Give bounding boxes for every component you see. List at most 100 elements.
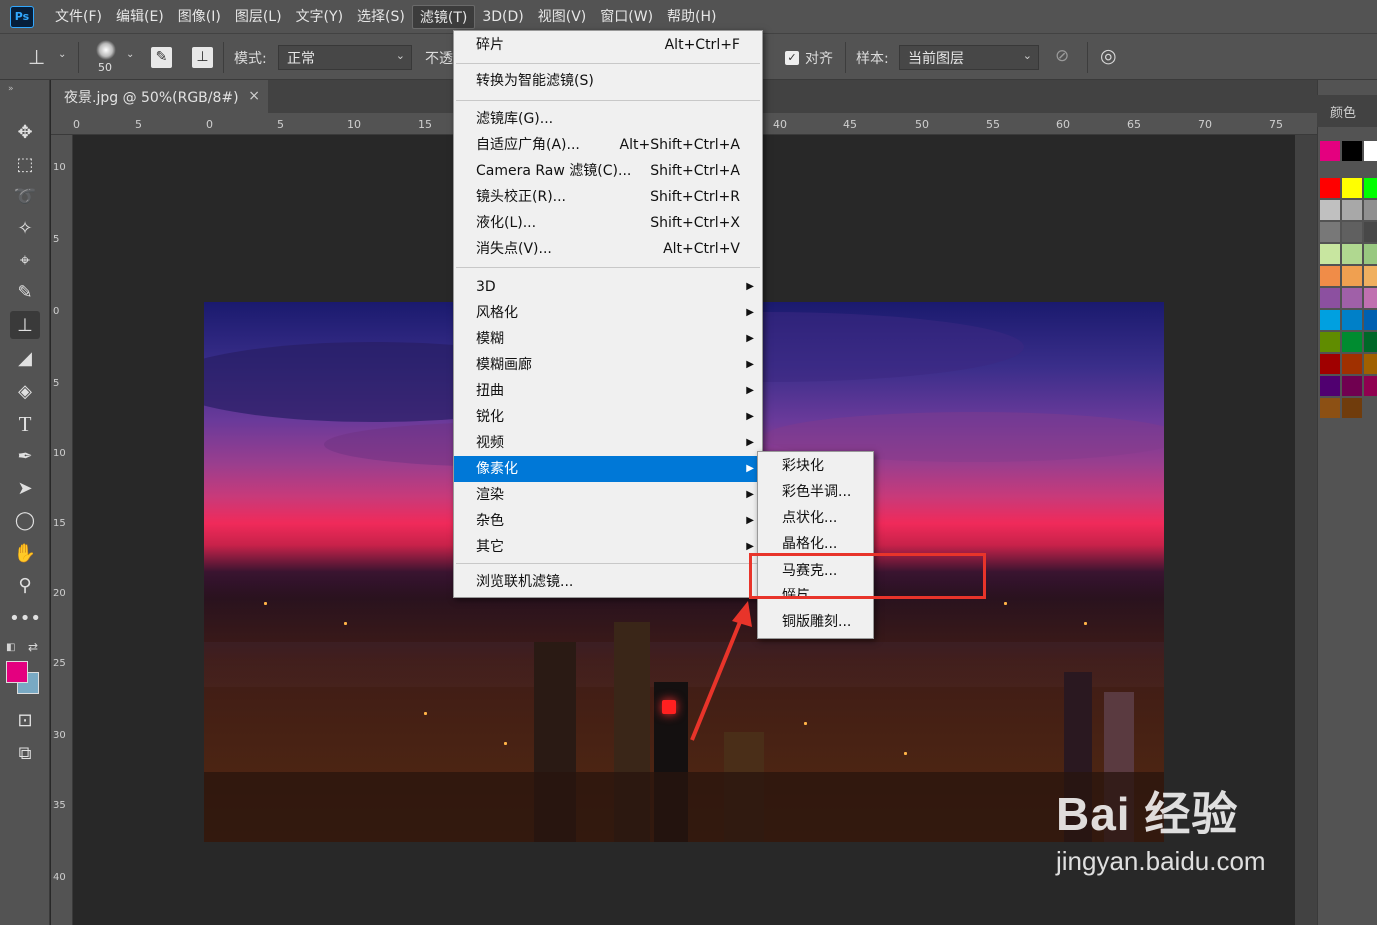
clone-stamp-tool-icon[interactable]: ⊥	[28, 45, 45, 69]
menu-image[interactable]: 图像(I)	[171, 5, 228, 29]
color-swatch[interactable]	[1320, 310, 1340, 330]
color-swatch[interactable]	[1320, 141, 1340, 161]
mode-select[interactable]: 正常 ⌄	[278, 45, 412, 70]
menu-window[interactable]: 窗口(W)	[593, 5, 660, 29]
color-swatch[interactable]	[1364, 332, 1377, 352]
color-swatch[interactable]	[1364, 288, 1377, 308]
submenu-render-item[interactable]: 渲染 ▶	[454, 482, 762, 508]
eyedropper-tool-icon[interactable]: ⌖	[10, 246, 40, 274]
liquify-item[interactable]: 液化(L)... Shift+Ctrl+X	[454, 210, 762, 236]
color-swatch[interactable]	[1342, 288, 1362, 308]
convert-smart-filters-item[interactable]: 转换为智能滤镜(S)	[454, 68, 762, 94]
tool-preset-chevron-icon[interactable]: ⌄	[58, 49, 66, 60]
brush-chevron-icon[interactable]: ⌄	[126, 49, 134, 60]
path-selection-tool-icon[interactable]: ➤	[10, 474, 40, 502]
lens-correction-item[interactable]: 镜头校正(R)... Shift+Ctrl+R	[454, 184, 762, 210]
color-swatch[interactable]	[1320, 288, 1340, 308]
color-swatch[interactable]	[1320, 222, 1340, 242]
color-swatch[interactable]	[1364, 141, 1377, 161]
color-swatch[interactable]	[1320, 376, 1340, 396]
menu-3d[interactable]: 3D(D)	[475, 5, 530, 29]
clone-source-icon[interactable]: ⊥	[192, 47, 213, 68]
color-swatch[interactable]	[1342, 376, 1362, 396]
color-swatch[interactable]	[1320, 332, 1340, 352]
ignore-adjustment-layers-icon[interactable]: ⊘	[1055, 46, 1069, 66]
submenu-stylize-item[interactable]: 风格化 ▶	[454, 300, 762, 326]
move-tool-icon[interactable]: ✥	[10, 118, 40, 146]
mezzotint-item[interactable]: 铜版雕刻...	[758, 609, 873, 635]
color-swatch[interactable]	[1342, 222, 1362, 242]
color-swatch[interactable]	[1320, 178, 1340, 198]
menu-filter[interactable]: 滤镜(T)	[411, 4, 476, 29]
menu-help[interactable]: 帮助(H)	[660, 5, 723, 29]
color-swatch[interactable]	[1364, 354, 1377, 374]
sample-select[interactable]: 当前图层 ⌄	[899, 45, 1039, 70]
color-swatch[interactable]	[1364, 310, 1377, 330]
submenu-distort-item[interactable]: 扭曲 ▶	[454, 378, 762, 404]
magic-wand-tool-icon[interactable]: ✧	[10, 214, 40, 242]
screen-mode-icon[interactable]: ⧉	[10, 739, 40, 767]
submenu-other-item[interactable]: 其它 ▶	[454, 534, 762, 560]
color-swatch[interactable]	[1320, 398, 1340, 418]
color-swatch[interactable]	[1364, 376, 1377, 396]
color-swatch[interactable]	[1342, 398, 1362, 418]
color-swatch[interactable]	[1342, 244, 1362, 264]
submenu-blur-gallery-item[interactable]: 模糊画廊 ▶	[454, 352, 762, 378]
submenu-sharpen-item[interactable]: 锐化 ▶	[454, 404, 762, 430]
submenu-pixelate-item[interactable]: 像素化 ▶	[454, 456, 762, 482]
close-icon[interactable]: ×	[248, 88, 260, 104]
paint-bucket-tool-icon[interactable]: ◈	[10, 377, 40, 405]
color-swatch[interactable]	[1342, 266, 1362, 286]
color-swatch[interactable]	[1342, 178, 1362, 198]
pressure-size-icon[interactable]: ◎	[1100, 45, 1117, 67]
color-swatch[interactable]	[1320, 354, 1340, 374]
submenu-video-item[interactable]: 视频 ▶	[454, 430, 762, 456]
color-swatch[interactable]	[1320, 244, 1340, 264]
color-swatch[interactable]	[1364, 244, 1377, 264]
color-swatch[interactable]	[1364, 266, 1377, 286]
lasso-tool-icon[interactable]: ➰	[10, 182, 40, 210]
ellipse-tool-icon[interactable]: ◯	[10, 506, 40, 534]
camera-raw-filter-item[interactable]: Camera Raw 滤镜(C)... Shift+Ctrl+A	[454, 158, 762, 184]
vertical-scrollbar[interactable]	[1295, 135, 1317, 925]
swap-colors-icon[interactable]: ⇄	[28, 640, 38, 654]
more-tools-icon[interactable]: •••	[9, 604, 41, 632]
align-checkbox[interactable]: ✓ 对齐	[785, 34, 833, 81]
filter-gallery-item[interactable]: 滤镜库(G)...	[454, 106, 762, 132]
menu-select[interactable]: 选择(S)	[350, 5, 412, 29]
browse-filters-online-item[interactable]: 浏览联机滤镜...	[454, 569, 762, 595]
filter-last-used-item[interactable]: 碎片 Alt+Ctrl+F	[454, 32, 762, 58]
quick-mask-icon[interactable]: ⊡	[10, 706, 40, 734]
menu-view[interactable]: 视图(V)	[531, 5, 594, 29]
panel-grip-icon[interactable]: »	[8, 84, 14, 94]
marquee-tool-icon[interactable]: ⬚	[10, 150, 40, 178]
adaptive-wide-angle-item[interactable]: 自适应广角(A)... Alt+Shift+Ctrl+A	[454, 132, 762, 158]
color-swatch[interactable]	[1320, 266, 1340, 286]
color-swatch[interactable]	[1364, 200, 1377, 220]
color-swatch[interactable]	[1364, 178, 1377, 198]
foreground-color-swatch[interactable]	[6, 661, 28, 683]
color-swatch[interactable]	[1342, 200, 1362, 220]
clone-stamp-tool-icon[interactable]: ⊥	[10, 311, 40, 339]
brush-tool-icon[interactable]: ✎	[10, 278, 40, 306]
color-swatch[interactable]	[1364, 222, 1377, 242]
crystallize-item[interactable]: 晶格化...	[758, 531, 873, 551]
default-colors-icon[interactable]: ◧	[6, 642, 15, 653]
color-swatch[interactable]	[1342, 141, 1362, 161]
color-panel-tab[interactable]: 颜色	[1317, 95, 1377, 127]
submenu-3d-item[interactable]: 3D ▶	[454, 274, 762, 300]
menu-file[interactable]: 文件(F)	[48, 5, 109, 29]
menu-layer[interactable]: 图层(L)	[228, 5, 289, 29]
hand-tool-icon[interactable]: ✋	[10, 539, 40, 567]
type-tool-icon[interactable]: T	[10, 410, 40, 438]
brush-settings-icon[interactable]: ✎	[151, 47, 172, 68]
pointillize-item[interactable]: 点状化...	[758, 505, 873, 531]
color-swatch[interactable]	[1342, 332, 1362, 352]
zoom-tool-icon[interactable]: ⚲	[10, 571, 40, 599]
color-halftone-item[interactable]: 彩色半调...	[758, 479, 873, 505]
submenu-noise-item[interactable]: 杂色 ▶	[454, 508, 762, 534]
color-swatch[interactable]	[1342, 354, 1362, 374]
vanishing-point-item[interactable]: 消失点(V)... Alt+Ctrl+V	[454, 236, 762, 262]
color-swatch[interactable]	[1342, 310, 1362, 330]
submenu-blur-item[interactable]: 模糊 ▶	[454, 326, 762, 352]
